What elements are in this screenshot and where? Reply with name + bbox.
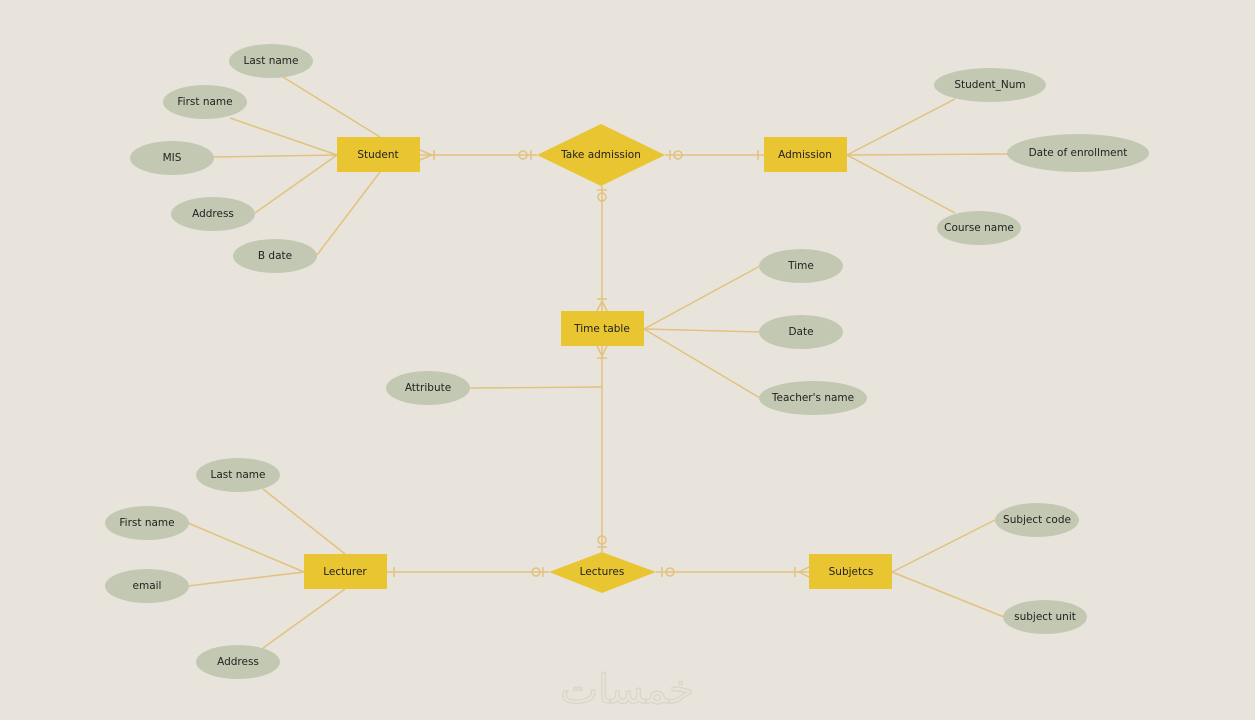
attribute-student-last-name[interactable]: Last name bbox=[229, 44, 313, 78]
relationship-connectors bbox=[387, 149, 810, 578]
svg-text:B date: B date bbox=[258, 250, 292, 262]
attribute-timetable-teachers-name[interactable]: Teacher's name bbox=[759, 381, 867, 415]
entity-subjects[interactable]: Subjetcs bbox=[809, 554, 892, 589]
attribute-admission-student-num[interactable]: Student_Num bbox=[934, 68, 1046, 102]
entity-label: Subjetcs bbox=[829, 566, 874, 578]
svg-text:Address: Address bbox=[217, 656, 259, 668]
entity-label: Time table bbox=[573, 323, 630, 335]
attribute-student-first-name[interactable]: First name bbox=[163, 85, 247, 119]
watermark-logo: خمسات bbox=[560, 667, 693, 713]
attribute-subject-unit[interactable]: subject unit bbox=[1003, 600, 1087, 634]
svg-text:Student_Num: Student_Num bbox=[954, 79, 1025, 91]
svg-text:email: email bbox=[133, 580, 162, 592]
svg-text:Last name: Last name bbox=[244, 55, 299, 67]
svg-text:Time: Time bbox=[787, 260, 814, 272]
svg-text:Date: Date bbox=[788, 326, 813, 338]
attribute-admission-date-of-enrollment[interactable]: Date of enrollment bbox=[1007, 134, 1149, 172]
entity-label: Admission bbox=[778, 149, 832, 161]
svg-text:MIS: MIS bbox=[163, 152, 182, 164]
svg-text:Last name: Last name bbox=[211, 469, 266, 481]
relationship-label: Take admission bbox=[560, 149, 641, 161]
svg-text:Address: Address bbox=[192, 208, 234, 220]
entity-admission[interactable]: Admission bbox=[764, 137, 847, 172]
svg-text:Attribute: Attribute bbox=[405, 382, 451, 394]
attribute-lecturer-email[interactable]: email bbox=[105, 569, 189, 603]
attribute-lecturer-first-name[interactable]: First name bbox=[105, 506, 189, 540]
entity-lecturer[interactable]: Lecturer bbox=[304, 554, 387, 589]
attribute-subject-code[interactable]: Subject code bbox=[995, 503, 1079, 537]
attribute-admission-course-name[interactable]: Course name bbox=[937, 211, 1021, 245]
entity-time-table[interactable]: Time table bbox=[561, 311, 644, 346]
svg-text:Course name: Course name bbox=[944, 222, 1014, 234]
attribute-attribute[interactable]: Attribute bbox=[386, 371, 470, 405]
svg-text:First name: First name bbox=[177, 96, 232, 108]
svg-text:Teacher's name: Teacher's name bbox=[771, 392, 854, 404]
svg-text:Date of enrollment: Date of enrollment bbox=[1029, 147, 1128, 159]
er-diagram: Student Admission Time table Lecturer Su… bbox=[105, 44, 1149, 714]
attribute-student-b-date[interactable]: B date bbox=[233, 239, 317, 273]
svg-text:First name: First name bbox=[119, 517, 174, 529]
entity-label: Lecturer bbox=[323, 566, 367, 578]
entity-student[interactable]: Student bbox=[337, 137, 420, 172]
attribute-timetable-date[interactable]: Date bbox=[759, 315, 843, 349]
svg-text:Subject code: Subject code bbox=[1003, 514, 1071, 526]
attribute-timetable-time[interactable]: Time bbox=[759, 249, 843, 283]
relationship-label: Lectures bbox=[580, 566, 625, 578]
attribute-lecturer-last-name[interactable]: Last name bbox=[196, 458, 280, 492]
svg-text:subject unit: subject unit bbox=[1014, 611, 1076, 623]
attribute-student-address[interactable]: Address bbox=[171, 197, 255, 231]
attribute-student-mis[interactable]: MIS bbox=[130, 141, 214, 175]
attribute-lecturer-address[interactable]: Address bbox=[196, 645, 280, 679]
relationship-take-admission[interactable]: Take admission bbox=[537, 124, 665, 186]
entity-label: Student bbox=[357, 149, 398, 161]
relationship-lectures[interactable]: Lectures bbox=[549, 552, 656, 593]
